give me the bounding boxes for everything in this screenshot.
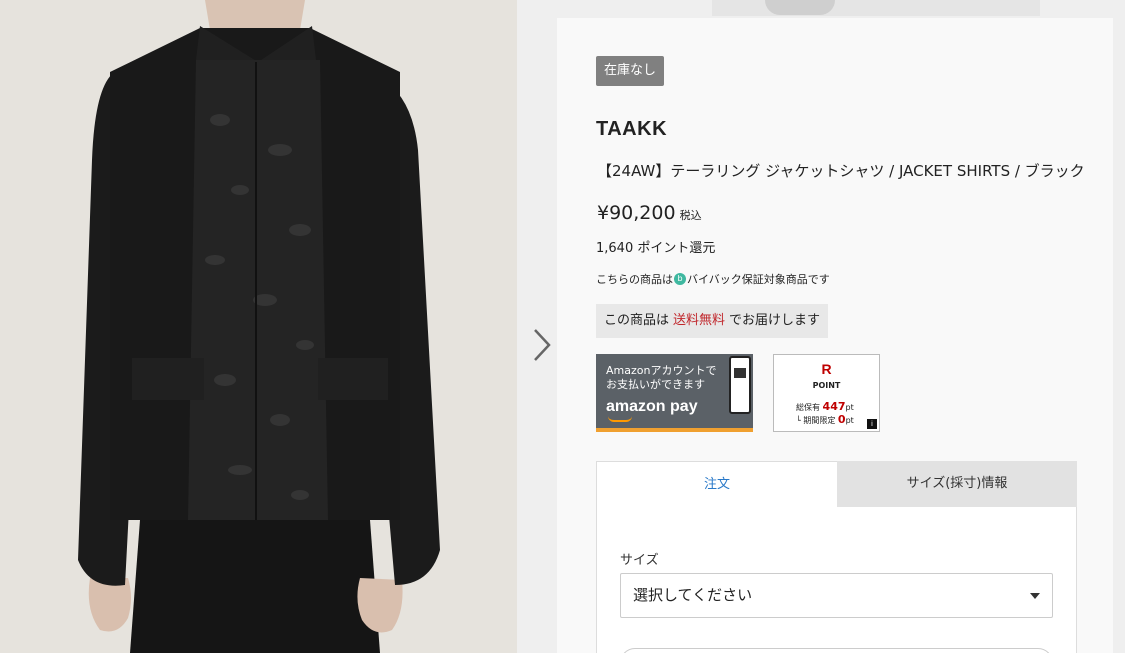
product-title: 【24AW】テーラリング ジャケットシャツ / JACKET SHIRTS / … [597,162,1085,180]
shipping-suffix: でお届けします [729,313,821,328]
rakuten-limited-points: └ 期間限定 0pt [796,413,854,426]
points-reward: 1,640 ポイント還元 [596,241,716,256]
product-price: ¥90,200 税込 [597,202,702,224]
price-value: ¥90,200 [597,202,676,224]
free-shipping-notice: この商品は 送料無料 でお届けします [596,304,829,338]
quantity-field[interactable] [620,648,1053,653]
size-select[interactable]: 選択してください [620,573,1053,618]
next-image-button[interactable] [525,326,555,364]
buyback-guarantee[interactable]: こちらの商品は b バイバック保証対象商品です [596,271,830,287]
amazon-banner-stripe [596,428,753,432]
amazon-pay-line2: お支払いができます [606,378,705,391]
info-icon[interactable]: i [867,419,877,429]
buyback-logo-icon: b [674,273,686,285]
rakuten-point-label: POINT [812,381,841,390]
amazon-pay-line1: Amazonアカウントで [606,364,717,377]
amazon-pay-text: Amazonアカウントで お支払いができます [606,364,716,392]
background-image-strip [712,0,1040,16]
free-shipping-label: 送料無料 [673,313,726,328]
phone-icon [729,356,751,414]
amazon-pay-banner[interactable]: Amazonアカウントで お支払いができます amazon pay [596,354,753,432]
rakuten-logo-icon: R [821,361,832,377]
order-panel: サイズ 選択してください [596,507,1077,653]
product-detail-panel: 在庫なし TAAKK 【24AW】テーラリング ジャケットシャツ / JACKE… [517,0,1125,653]
limited-value: 0 [837,413,846,426]
shipping-prefix: この商品は [604,313,670,328]
chevron-right-icon [534,329,551,361]
amazon-smile-icon [608,416,632,422]
buyback-text-after: バイバック保証対象商品です [687,273,830,286]
product-photo [0,0,517,653]
size-label: サイズ [620,553,659,568]
stock-status-badge: 在庫なし [596,56,665,86]
caret-down-icon [1030,593,1040,599]
held-value: 447 [822,400,846,413]
held-unit: pt [845,403,854,412]
limited-unit: pt [845,416,854,425]
tab-size-info[interactable]: サイズ(採寸)情報 [837,461,1077,507]
jacket-model-image [0,0,517,653]
limited-prefix: └ 期間限定 [796,416,836,425]
held-prefix: 総保有 [796,403,820,412]
size-select-value: 選択してください [633,586,753,604]
buyback-text-before: こちらの商品は [596,273,673,286]
background-image-face [765,0,835,15]
brand-name[interactable]: TAAKK [596,118,667,141]
amazon-pay-logo: amazon pay [606,398,698,415]
rakuten-point-widget[interactable]: R POINT 総保有 447pt └ 期間限定 0pt i [773,354,880,432]
rakuten-held-points: 総保有 447pt [796,400,854,413]
order-tabs: 注文 サイズ(採寸)情報 [596,461,1077,507]
tab-order[interactable]: 注文 [596,461,837,507]
tax-label: 税込 [679,209,702,222]
